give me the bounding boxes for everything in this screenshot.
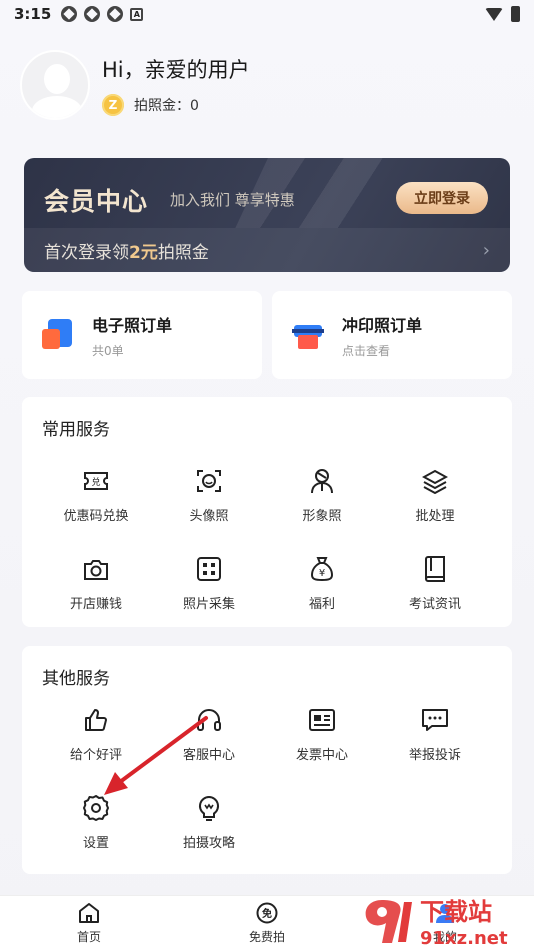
print-orders-card[interactable]: 冲印照订单 点击查看 bbox=[272, 291, 512, 379]
service-item-report[interactable]: 举报投诉 bbox=[380, 706, 490, 763]
invoice-icon bbox=[308, 706, 336, 734]
e-photo-orders-card[interactable]: 电子照订单 共0单 bbox=[22, 291, 262, 379]
promo-prefix: 首次登录领 bbox=[44, 242, 129, 263]
common-services-section: 常用服务 兑 优惠码兑换 头像照 形象照 批处理 开店赚钱 照片采集 ¥ 福利 … bbox=[22, 397, 512, 627]
service-item-settings[interactable]: 设置 bbox=[41, 794, 151, 851]
service-item-customer-service[interactable]: 客服中心 bbox=[154, 706, 264, 763]
vip-subtitle: 加入我们 尊享特惠 bbox=[170, 191, 295, 209]
free-photo-icon: 免 bbox=[256, 902, 278, 923]
printer-icon bbox=[292, 319, 324, 351]
service-item-welfare[interactable]: ¥ 福利 bbox=[267, 555, 377, 612]
order-title: 电子照订单 bbox=[92, 315, 173, 335]
coupon-icon: 兑 bbox=[82, 467, 110, 495]
service-item-coupon[interactable]: 兑 优惠码兑换 bbox=[41, 467, 151, 524]
book-icon bbox=[421, 555, 449, 583]
status-time: 3:15 bbox=[14, 5, 52, 23]
coin-icon: Z bbox=[102, 94, 124, 116]
section-title: 常用服务 bbox=[42, 420, 110, 440]
svg-text:兑: 兑 bbox=[91, 476, 100, 488]
camera-icon bbox=[82, 555, 110, 583]
photo-coins: Z 拍照金：0 bbox=[102, 94, 250, 116]
service-item-image-photo[interactable]: 形象照 bbox=[267, 467, 377, 524]
order-title: 冲印照订单 bbox=[342, 315, 423, 335]
promo-suffix: 拍照金 bbox=[157, 242, 209, 263]
notification-icon bbox=[61, 6, 78, 22]
greeting-text[interactable]: Hi，亲爱的用户 bbox=[102, 54, 250, 84]
service-item-rate-us[interactable]: 给个好评 bbox=[41, 706, 151, 763]
a-icon: A bbox=[130, 7, 144, 21]
tab-free-photo[interactable]: 免 免费拍 bbox=[178, 896, 356, 950]
wifi-icon bbox=[485, 7, 503, 21]
vip-banner[interactable]: 会员中心 加入我们 尊享特惠 立即登录 首次登录领 2元 拍照金 › bbox=[24, 158, 510, 272]
status-bar: 3:15 A bbox=[0, 0, 534, 28]
orders-row: 电子照订单 共0单 冲印照订单 点击查看 bbox=[22, 291, 512, 379]
vip-promo[interactable]: 首次登录领 2元 拍照金 › bbox=[24, 228, 510, 272]
coins-label: 拍照金：0 bbox=[134, 98, 199, 114]
notification-icon bbox=[107, 6, 124, 22]
bulb-icon bbox=[195, 794, 223, 822]
service-item-avatar-photo[interactable]: 头像照 bbox=[154, 467, 264, 524]
face-scan-icon bbox=[195, 467, 223, 495]
chevron-right-icon: › bbox=[482, 239, 490, 261]
e-photo-order-icon bbox=[42, 319, 74, 351]
layers-icon bbox=[421, 467, 449, 495]
other-services-section: 其他服务 给个好评 客服中心 发票中心 举报投诉 设置 拍摄攻略 bbox=[22, 646, 512, 874]
money-bag-icon: ¥ bbox=[308, 555, 336, 583]
section-title: 其他服务 bbox=[42, 669, 110, 689]
svg-text:91xz.net: 91xz.net bbox=[420, 928, 508, 949]
site-watermark: 下载站 91xz.net bbox=[365, 898, 508, 949]
order-subtitle: 共0单 bbox=[92, 343, 124, 358]
service-item-exam-news[interactable]: 考试资讯 bbox=[380, 555, 490, 612]
profile-header: Hi，亲爱的用户 Z 拍照金：0 bbox=[20, 50, 250, 120]
service-item-open-shop[interactable]: 开店赚钱 bbox=[41, 555, 151, 612]
person-icon bbox=[308, 467, 336, 495]
order-subtitle: 点击查看 bbox=[342, 343, 391, 358]
svg-text:下载站: 下载站 bbox=[420, 898, 492, 926]
home-icon bbox=[79, 902, 99, 923]
battery-icon bbox=[511, 6, 520, 22]
avatar[interactable] bbox=[20, 50, 90, 120]
grid-icon bbox=[195, 555, 223, 583]
svg-text:免: 免 bbox=[262, 907, 272, 920]
service-item-batch[interactable]: 批处理 bbox=[380, 467, 490, 524]
notification-icon bbox=[84, 6, 101, 22]
service-item-invoice[interactable]: 发票中心 bbox=[267, 706, 377, 763]
thumbs-up-icon bbox=[82, 706, 110, 734]
promo-highlight: 2元 bbox=[129, 242, 158, 263]
gear-icon bbox=[82, 794, 110, 822]
svg-text:¥: ¥ bbox=[319, 568, 325, 579]
login-button[interactable]: 立即登录 bbox=[396, 182, 488, 214]
service-item-shooting-guide[interactable]: 拍摄攻略 bbox=[154, 794, 264, 851]
vip-title: 会员中心 bbox=[44, 187, 149, 216]
tab-home[interactable]: 首页 bbox=[0, 896, 178, 950]
headset-icon bbox=[195, 706, 223, 734]
service-item-photo-collect[interactable]: 照片采集 bbox=[154, 555, 264, 612]
report-icon bbox=[421, 706, 449, 734]
